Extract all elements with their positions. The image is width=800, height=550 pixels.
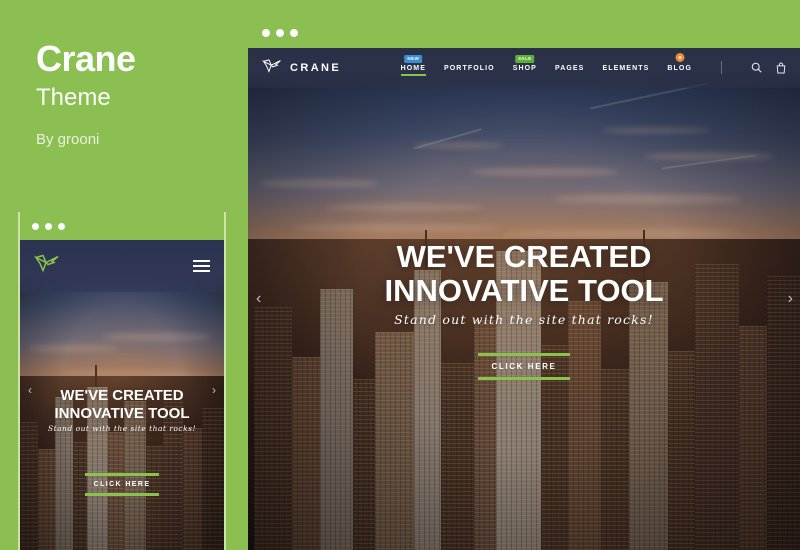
slider-next-arrow-icon[interactable]: ›	[788, 291, 793, 307]
main-nav-menu: NEW HOME PORTFOLIO SALE SHOP PAGES ELEME…	[400, 52, 786, 76]
nav-active-underline	[400, 73, 426, 76]
badge-hot-dot-icon	[675, 52, 685, 62]
page-title: Crane	[36, 38, 136, 79]
mobile-titlebar	[20, 212, 224, 240]
browser-viewport: CRANE NEW HOME PORTFOLIO SALE SHOP PAGES…	[248, 48, 800, 550]
origami-crane-icon	[262, 58, 282, 79]
mobile-hero-section: WE'VE CREATED INNOVATIVE TOOL Stand out …	[20, 292, 224, 550]
mobile-window-dot-1[interactable]	[32, 222, 39, 230]
hero-section: WE'VE CREATED INNOVATIVE TOOL Stand out …	[248, 48, 800, 550]
cta-label: CLICK HERE	[491, 361, 557, 371]
theme-author: By grooni	[36, 131, 100, 149]
cta-rule-bottom	[478, 376, 570, 380]
mobile-slider-prev-arrow-icon[interactable]: ‹	[28, 384, 32, 396]
search-icon[interactable]	[751, 62, 762, 73]
shopping-bag-icon[interactable]	[776, 62, 786, 74]
mobile-viewport: WE'VE CREATED INNOVATIVE TOOL Stand out …	[20, 240, 224, 550]
badge-new: NEW	[404, 54, 423, 63]
mobile-hero-headline-line1: WE'VE CREATED	[60, 387, 184, 404]
mobile-window-dot-3[interactable]	[58, 222, 65, 230]
mobile-cta-rule-bottom	[85, 493, 159, 496]
mobile-hero-cta-button[interactable]: CLICK HERE	[85, 473, 159, 496]
mobile-origami-crane-icon[interactable]	[33, 253, 60, 279]
nav-label-elements: ELEMENTS	[602, 64, 650, 72]
nav-label-blog: BLOG	[667, 64, 692, 72]
window-dot-2[interactable]	[276, 29, 284, 37]
mobile-slider-next-arrow-icon[interactable]: ›	[212, 384, 216, 396]
nav-label-shop: SHOP	[512, 64, 537, 72]
desktop-browser-mockup: CRANE NEW HOME PORTFOLIO SALE SHOP PAGES…	[248, 18, 800, 550]
window-dot-1[interactable]	[262, 29, 270, 37]
nav-item-shop[interactable]: SALE SHOP	[512, 54, 537, 76]
badge-sale: SALE	[515, 54, 535, 63]
site-logo-text: CRANE	[290, 62, 342, 74]
nav-item-blog[interactable]: BLOG	[667, 52, 692, 76]
nav-item-home[interactable]: NEW HOME	[400, 54, 426, 76]
nav-item-pages[interactable]: PAGES	[555, 65, 585, 76]
window-controls	[262, 29, 298, 37]
browser-titlebar	[248, 18, 800, 48]
nav-label-home: HOME	[400, 64, 426, 72]
mobile-hero-headline-line2: INNOVATIVE TOOL	[54, 405, 190, 422]
hero-headline-line2: INNOVATIVE TOOL	[384, 272, 664, 308]
site-navbar: CRANE NEW HOME PORTFOLIO SALE SHOP PAGES…	[248, 48, 800, 88]
nav-label-portfolio: PORTFOLIO	[443, 64, 495, 72]
window-dot-3[interactable]	[290, 29, 298, 37]
theme-subtitle: Theme	[36, 83, 111, 111]
slider-prev-arrow-icon[interactable]: ‹	[256, 291, 261, 307]
nav-item-portfolio[interactable]: PORTFOLIO	[444, 65, 495, 76]
hero-cta-button[interactable]: CLICK HERE	[478, 352, 570, 380]
nav-item-elements[interactable]: ELEMENTS	[602, 65, 649, 76]
hero-headline-line1: WE'VE CREATED	[396, 238, 652, 274]
navbar-icon-group	[751, 62, 786, 76]
navbar-divider	[721, 60, 722, 74]
mobile-window-dot-2[interactable]	[45, 222, 52, 230]
mobile-hero-subtitle: Stand out with the site that rocks!	[47, 424, 197, 433]
hero-subtitle: Stand out with the site that rocks!	[394, 311, 654, 327]
mobile-cta-label: CLICK HERE	[93, 481, 151, 488]
preview-page: Crane Theme By grooni CRANE NEW HOME POR…	[0, 0, 800, 550]
hamburger-menu-icon[interactable]	[193, 260, 210, 272]
site-logo[interactable]: CRANE	[262, 58, 341, 79]
mobile-navbar	[20, 240, 224, 292]
mobile-window-controls	[32, 222, 65, 230]
nav-label-pages: PAGES	[554, 64, 585, 72]
mobile-browser-mockup: WE'VE CREATED INNOVATIVE TOOL Stand out …	[18, 212, 226, 550]
